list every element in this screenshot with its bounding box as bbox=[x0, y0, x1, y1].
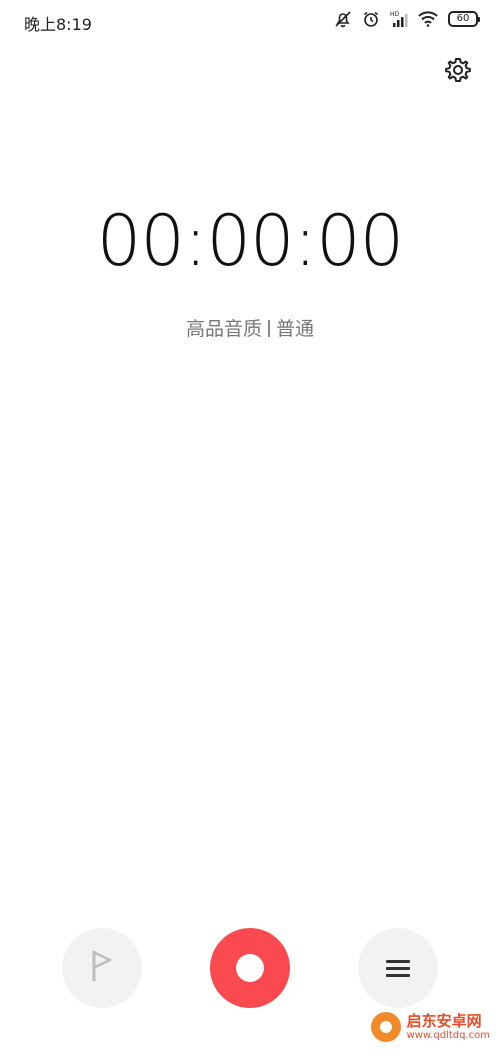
alarm-icon bbox=[362, 10, 380, 28]
status-time: 晚上8:19 bbox=[24, 15, 92, 34]
quality-high-option[interactable]: 高品音质 bbox=[186, 318, 262, 340]
menu-icon bbox=[386, 956, 410, 981]
mark-button[interactable] bbox=[62, 928, 142, 1008]
watermark: 启东安卓网 www.qdltdq.com bbox=[370, 1012, 490, 1042]
gear-icon bbox=[445, 57, 471, 87]
settings-button[interactable] bbox=[444, 58, 472, 86]
watermark-title: 启东安卓网 bbox=[406, 1012, 482, 1031]
wifi-icon bbox=[418, 11, 438, 27]
battery-icon: 60 bbox=[448, 11, 480, 27]
quality-normal-option[interactable]: 普通 bbox=[276, 318, 314, 340]
record-icon bbox=[236, 954, 264, 982]
svg-text:HD: HD bbox=[390, 11, 400, 18]
quality-separator bbox=[268, 320, 270, 337]
notifications-off-icon bbox=[334, 10, 352, 28]
record-button[interactable] bbox=[210, 928, 290, 1008]
recordings-list-button[interactable] bbox=[358, 928, 438, 1008]
quality-selector: 高品音质 普通 bbox=[0, 314, 500, 341]
elapsed-time: 00:00:00 bbox=[96, 200, 404, 282]
flag-icon bbox=[90, 949, 114, 987]
status-bar: 晚上8:19 HD 60 bbox=[0, 0, 500, 40]
watermark-url: www.qdltdq.com bbox=[406, 1029, 490, 1041]
watermark-logo-icon bbox=[370, 1012, 401, 1042]
status-icons: HD 60 bbox=[334, 10, 480, 28]
hd-signal-icon: HD bbox=[390, 10, 408, 28]
